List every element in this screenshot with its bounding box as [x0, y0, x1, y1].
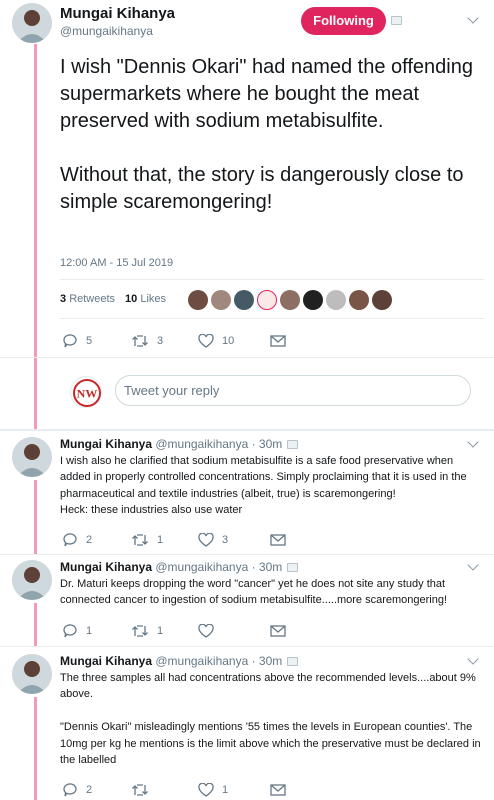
author-name[interactable]: Mungai Kihanya	[60, 5, 175, 22]
dm-button[interactable]	[270, 335, 286, 347]
svg-text:NW: NW	[77, 387, 98, 401]
retweets-stat[interactable]: 3 Retweets	[60, 293, 115, 305]
reply-button[interactable]: 2	[62, 532, 131, 548]
reply-text: The three samples all had concentrations…	[60, 672, 481, 767]
reply-author[interactable]: Mungai Kihanya @mungaikihanya · 30m	[60, 560, 282, 574]
tweet-actions: 2 1 3	[62, 532, 286, 548]
avatar[interactable]	[211, 290, 231, 310]
chevron-down-icon[interactable]	[467, 559, 479, 571]
retweet-button[interactable]: 3	[131, 334, 198, 348]
avatar[interactable]	[234, 290, 254, 310]
caret-box-icon[interactable]	[287, 657, 298, 666]
main-tweet: Mungai Kihanya @mungaikihanya Following …	[0, 0, 494, 431]
like-button[interactable]: 3	[198, 533, 270, 547]
retweet-button[interactable]: 1	[131, 533, 198, 547]
reply-button[interactable]: 5	[62, 333, 131, 349]
avatar[interactable]	[372, 290, 392, 310]
dm-button[interactable]	[270, 625, 286, 637]
divider	[0, 429, 494, 431]
reply-author[interactable]: Mungai Kihanya @mungaikihanya · 30m	[60, 654, 282, 668]
reply-button[interactable]: 1	[62, 623, 131, 639]
avatar[interactable]	[257, 290, 277, 310]
like-icon	[198, 334, 214, 348]
likes-stat[interactable]: 10 Likes	[125, 293, 166, 305]
avatar[interactable]	[280, 290, 300, 310]
avatar[interactable]	[12, 437, 52, 477]
divider	[0, 646, 494, 647]
dm-icon	[270, 534, 286, 546]
avatar[interactable]	[188, 290, 208, 310]
like-icon	[198, 533, 214, 547]
engagement-stats: 3 Retweets 10 Likes	[60, 293, 166, 305]
avatar[interactable]	[303, 290, 323, 310]
avatar[interactable]	[12, 560, 52, 600]
tweet-actions: 5 3 10	[62, 333, 286, 349]
dm-icon	[270, 335, 286, 347]
like-button[interactable]: 1	[198, 783, 270, 797]
divider	[60, 279, 484, 280]
reply-tweet[interactable]: Mungai Kihanya @mungaikihanya · 30m The …	[0, 653, 494, 800]
reply-icon	[63, 624, 77, 638]
like-icon	[198, 624, 214, 638]
avatar[interactable]	[12, 3, 52, 43]
dm-button[interactable]	[270, 784, 286, 796]
like-button[interactable]: 10	[198, 334, 270, 348]
reply-icon	[63, 783, 77, 797]
author-handle[interactable]: @mungaikihanya	[60, 24, 153, 38]
like-icon	[198, 783, 214, 797]
retweet-button[interactable]	[131, 783, 198, 797]
tweet-text: I wish "Dennis Okari" had named the offe…	[60, 56, 473, 213]
user-avatar[interactable]: NW	[70, 376, 102, 408]
reply-tweet[interactable]: Mungai Kihanya @mungaikihanya · 30m Dr. …	[0, 559, 494, 650]
chevron-down-icon[interactable]	[467, 436, 479, 448]
chevron-down-icon[interactable]	[467, 12, 479, 24]
avatar[interactable]	[349, 290, 369, 310]
reply-tweet[interactable]: Mungai Kihanya @mungaikihanya · 30m I wi…	[0, 436, 494, 557]
following-button[interactable]: Following	[301, 7, 386, 35]
caret-box-icon[interactable]	[391, 16, 402, 25]
chevron-down-icon[interactable]	[467, 653, 479, 665]
reply-author[interactable]: Mungai Kihanya @mungaikihanya · 30m	[60, 437, 282, 451]
tweet-actions: 2 1	[62, 782, 286, 798]
caret-box-icon[interactable]	[287, 563, 298, 572]
timestamp[interactable]: 12:00 AM - 15 Jul 2019	[60, 257, 173, 269]
retweet-icon	[132, 534, 148, 546]
dm-button[interactable]	[270, 534, 286, 546]
tweet-reply-input[interactable]: Tweet your reply	[115, 375, 471, 406]
avatar[interactable]	[12, 654, 52, 694]
retweet-icon	[132, 335, 148, 347]
dm-icon	[270, 625, 286, 637]
retweet-icon	[132, 784, 148, 796]
caret-box-icon[interactable]	[287, 440, 298, 449]
retweet-icon	[132, 625, 148, 637]
reply-text: I wish also he clarified that sodium met…	[60, 455, 467, 517]
divider	[0, 357, 494, 358]
dm-icon	[270, 784, 286, 796]
divider	[0, 554, 494, 555]
reply-icon	[63, 334, 77, 348]
divider	[60, 318, 484, 319]
avatar[interactable]	[326, 290, 346, 310]
reply-icon	[63, 533, 77, 547]
reply-button[interactable]: 2	[62, 782, 131, 798]
reply-text: Dr. Maturi keeps dropping the word "canc…	[60, 578, 448, 607]
liker-avatars	[188, 290, 392, 310]
tweet-actions: 1 1	[62, 623, 286, 639]
like-button[interactable]	[198, 624, 270, 638]
retweet-button[interactable]: 1	[131, 624, 198, 638]
